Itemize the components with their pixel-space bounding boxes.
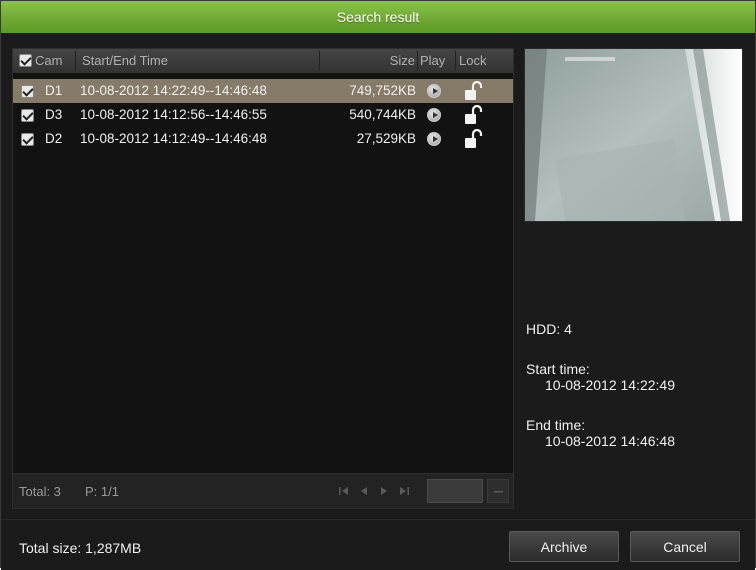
search-result-list: Cam Start/End Time Size Play Lock D1 10-…: [12, 48, 514, 509]
row-checkbox[interactable]: [21, 109, 34, 122]
play-icon[interactable]: [427, 132, 441, 146]
start-time-label: Start time:: [526, 361, 590, 377]
previous-page-icon[interactable]: [358, 486, 370, 496]
header-lock: Lock: [459, 53, 487, 68]
next-page-icon[interactable]: [378, 486, 390, 496]
first-page-icon[interactable]: [338, 486, 350, 496]
table-row[interactable]: D1 10-08-2012 14:22:49--14:46:48 749,752…: [13, 79, 513, 103]
header-cam[interactable]: Cam: [35, 49, 62, 73]
last-page-icon[interactable]: [398, 486, 410, 496]
video-preview: [524, 48, 743, 222]
go-page-button[interactable]: [487, 479, 509, 503]
cancel-button[interactable]: Cancel: [630, 531, 740, 562]
preview-thumbnail-image: [525, 49, 742, 221]
row-start-end-time: 10-08-2012 14:12:49--14:46:48: [80, 131, 267, 146]
hdd-label: HDD: 4: [526, 321, 572, 337]
unlocked-lock-icon[interactable]: [463, 81, 483, 101]
start-time-value: 10-08-2012 14:22:49: [545, 377, 675, 393]
play-icon[interactable]: [427, 84, 441, 98]
header-separator: [319, 51, 320, 71]
search-result-dialog: Search result Cam Start/End Time Size Pl…: [0, 0, 756, 570]
header-size[interactable]: Size: [353, 49, 415, 73]
list-header: Cam Start/End Time Size Play Lock: [13, 49, 513, 73]
row-size: 540,744KB: [349, 107, 416, 122]
dialog-title-bar: Search result: [1, 1, 755, 33]
header-separator: [417, 51, 418, 71]
end-time-label: End time:: [526, 417, 586, 433]
row-start-end-time: 10-08-2012 14:12:56--14:46:55: [80, 107, 267, 122]
row-checkbox[interactable]: [21, 85, 34, 98]
row-cam: D2: [45, 131, 63, 146]
select-all-checkbox[interactable]: [19, 54, 32, 67]
end-time-value: 10-08-2012 14:46:48: [545, 433, 675, 449]
table-row[interactable]: D2 10-08-2012 14:12:49--14:46:48 27,529K…: [13, 127, 513, 151]
unlocked-lock-icon[interactable]: [463, 105, 483, 125]
page-indicator: P: 1/1: [85, 484, 119, 499]
play-icon[interactable]: [427, 108, 441, 122]
page-number-input[interactable]: [427, 479, 483, 503]
archive-button[interactable]: Archive: [509, 531, 619, 562]
header-separator: [75, 51, 76, 71]
go-arrow-icon: [494, 491, 503, 493]
total-count: Total: 3: [19, 484, 61, 499]
table-row[interactable]: D3 10-08-2012 14:12:56--14:46:55 540,744…: [13, 103, 513, 127]
row-size: 749,752KB: [349, 83, 416, 98]
row-cam: D1: [45, 83, 63, 98]
row-start-end-time: 10-08-2012 14:22:49--14:46:48: [80, 83, 267, 98]
row-size: 27,529KB: [356, 131, 416, 146]
list-footer: Total: 3 P: 1/1: [13, 473, 513, 508]
header-start-end-time[interactable]: Start/End Time: [82, 49, 168, 73]
row-cam: D3: [45, 107, 63, 122]
header-separator: [455, 51, 456, 71]
row-checkbox[interactable]: [21, 133, 34, 146]
unlocked-lock-icon[interactable]: [463, 129, 483, 149]
dialog-title: Search result: [336, 9, 420, 25]
total-size: Total size: 1,287MB: [19, 540, 142, 556]
header-play: Play: [420, 53, 446, 68]
